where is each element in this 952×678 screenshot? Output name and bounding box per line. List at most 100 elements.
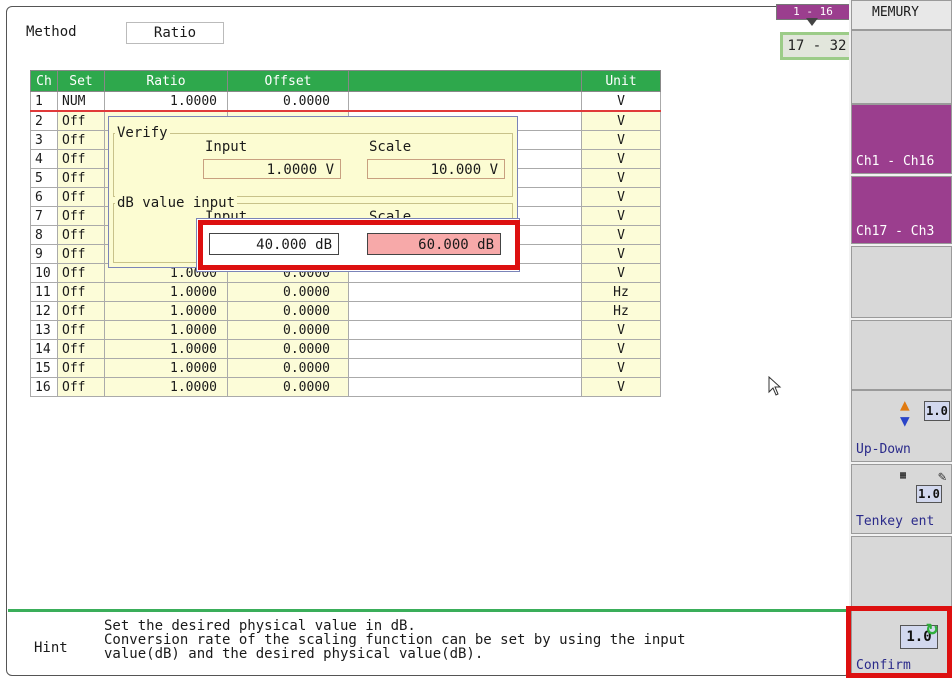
ratio-value[interactable]: 1.0000 [104, 301, 228, 321]
set-value[interactable]: Off [57, 187, 105, 207]
channel-number[interactable]: 16 [30, 377, 58, 397]
tenkey-entry-button[interactable]: ▦ 1.0 ✎ Tenkey ent [851, 464, 952, 534]
hint-separator [8, 609, 846, 612]
channel-number[interactable]: 1 [30, 91, 58, 112]
set-value[interactable]: Off [57, 110, 105, 131]
offset-value[interactable]: 0.0000 [227, 320, 349, 340]
channel-number[interactable]: 12 [30, 301, 58, 321]
method-select[interactable]: Ratio [126, 22, 224, 44]
channel-number[interactable]: 7 [30, 206, 58, 226]
unit-value[interactable]: V [581, 263, 661, 283]
set-value[interactable]: Off [57, 149, 105, 169]
mouse-cursor-icon [768, 376, 782, 396]
unit-value[interactable]: V [581, 187, 661, 207]
col-header-ratio: Ratio [104, 70, 228, 92]
ratio-value[interactable]: 1.0000 [104, 377, 228, 397]
channel-number[interactable]: 6 [30, 187, 58, 207]
sidebar-blank-3 [851, 320, 952, 390]
table-row[interactable]: 14 Off 1.0000 0.0000 V [30, 339, 661, 359]
unit-value[interactable]: V [581, 206, 661, 226]
unit-value[interactable]: V [581, 358, 661, 378]
verify-input-label: Input [205, 139, 248, 155]
unit-value[interactable]: V [581, 225, 661, 245]
unit-value[interactable]: V [581, 110, 661, 131]
tenkey-label: Tenkey ent [856, 514, 935, 529]
unit-value[interactable]: Hz [581, 282, 661, 302]
up-down-button[interactable]: 1.0 ▲ ▼ Up-Down [851, 390, 952, 462]
channel-number[interactable]: 4 [30, 149, 58, 169]
page-down-arrow-icon [806, 18, 818, 26]
offset-value[interactable]: 0.0000 [227, 358, 349, 378]
unit-value[interactable]: V [581, 91, 661, 112]
set-value[interactable]: Off [57, 282, 105, 302]
set-value[interactable]: Off [57, 244, 105, 264]
offset-value[interactable]: 0.0000 [227, 339, 349, 359]
set-value[interactable]: Off [57, 225, 105, 245]
channel-number[interactable]: 8 [30, 225, 58, 245]
col-header-unit: Unit [581, 70, 661, 92]
unit-value[interactable]: V [581, 149, 661, 169]
channel-page-17-32[interactable]: 17 - 32 [780, 32, 854, 60]
set-value[interactable]: Off [57, 358, 105, 378]
set-value[interactable]: Off [57, 377, 105, 397]
unit-value[interactable]: V [581, 168, 661, 188]
verify-scale-field: 10.000 V [367, 159, 505, 179]
channel-number[interactable]: 10 [30, 263, 58, 283]
channel-number[interactable]: 15 [30, 358, 58, 378]
set-value[interactable]: Off [57, 206, 105, 226]
set-value[interactable]: Off [57, 320, 105, 340]
method-label: Method [26, 24, 77, 40]
db-input-highlight [198, 220, 520, 270]
ch1-ch16-label: Ch1 - Ch16 [856, 154, 935, 169]
hint-text: Set the desired physical value in dB. Con… [104, 619, 686, 661]
unit-value[interactable]: V [581, 130, 661, 150]
up-down-icon: 1.0 [924, 401, 950, 421]
unit-value[interactable]: V [581, 320, 661, 340]
ch1-ch16-button[interactable]: Ch1 - Ch16 [851, 104, 952, 174]
ratio-value[interactable]: 1.0000 [104, 320, 228, 340]
blank-cell [348, 282, 582, 302]
channel-number[interactable]: 13 [30, 320, 58, 340]
memory-tab-label: MEMURY [872, 5, 919, 20]
ratio-value[interactable]: 1.0000 [104, 358, 228, 378]
channel-number[interactable]: 14 [30, 339, 58, 359]
channel-number[interactable]: 2 [30, 110, 58, 131]
table-row[interactable]: 13 Off 1.0000 0.0000 V [30, 320, 661, 340]
ch17-ch32-button[interactable]: Ch17 - Ch3 [851, 176, 952, 244]
unit-value[interactable]: V [581, 339, 661, 359]
ratio-value[interactable]: 1.0000 [104, 339, 228, 359]
set-value[interactable]: Off [57, 339, 105, 359]
table-row[interactable]: 15 Off 1.0000 0.0000 V [30, 358, 661, 378]
hint-line-1: Set the desired physical value in dB. [104, 618, 416, 634]
unit-value[interactable]: Hz [581, 301, 661, 321]
table-row[interactable]: 16 Off 1.0000 0.0000 V [30, 377, 661, 397]
blank-cell [348, 301, 582, 321]
memory-tab[interactable]: MEMURY [851, 0, 952, 30]
unit-value[interactable]: V [581, 244, 661, 264]
up-down-label: Up-Down [856, 442, 911, 457]
set-value[interactable]: NUM [57, 91, 105, 112]
table-row[interactable]: 11 Off 1.0000 0.0000 Hz [30, 282, 661, 302]
set-value[interactable]: Off [57, 130, 105, 150]
table-row[interactable]: 12 Off 1.0000 0.0000 Hz [30, 301, 661, 321]
channel-number[interactable]: 9 [30, 244, 58, 264]
set-value[interactable]: Off [57, 263, 105, 283]
offset-value[interactable]: 0.0000 [227, 377, 349, 397]
set-value[interactable]: Off [57, 168, 105, 188]
ratio-value[interactable]: 1.0000 [104, 91, 228, 112]
offset-value[interactable]: 0.0000 [227, 91, 349, 112]
blank-cell [348, 91, 582, 112]
offset-value[interactable]: 0.0000 [227, 282, 349, 302]
unit-value[interactable]: V [581, 377, 661, 397]
verify-scale-label: Scale [369, 139, 412, 155]
ratio-value[interactable]: 1.0000 [104, 282, 228, 302]
col-header-blank [348, 70, 582, 92]
set-value[interactable]: Off [57, 301, 105, 321]
channel-number[interactable]: 5 [30, 168, 58, 188]
offset-value[interactable]: 0.0000 [227, 301, 349, 321]
channel-number[interactable]: 11 [30, 282, 58, 302]
verify-title: Verify [115, 125, 170, 141]
table-row[interactable]: 1 NUM 1.0000 0.0000 V [30, 91, 661, 112]
sidebar-blank-4 [851, 536, 952, 608]
channel-number[interactable]: 3 [30, 130, 58, 150]
